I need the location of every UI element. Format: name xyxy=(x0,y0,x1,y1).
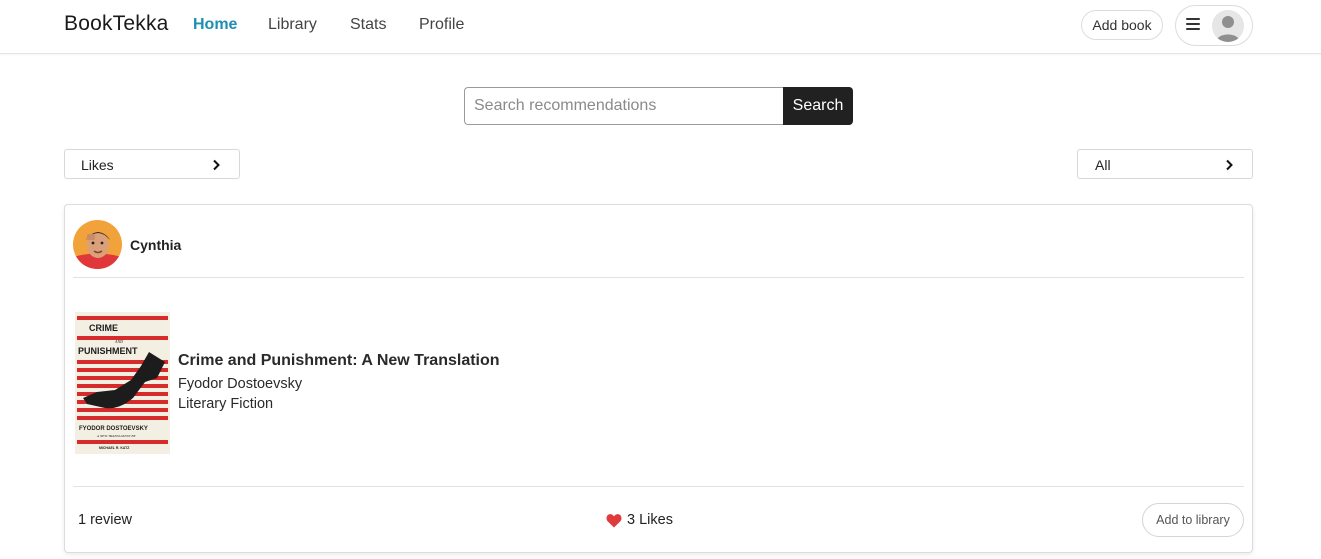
category-filter-select[interactable]: All xyxy=(1077,149,1253,179)
chevron-right-icon xyxy=(213,159,220,171)
book-title[interactable]: Crime and Punishment: A New Translation xyxy=(178,352,500,370)
sort-filter-label: Likes xyxy=(81,157,114,173)
user-silhouette-icon xyxy=(1212,10,1244,42)
user-avatar[interactable] xyxy=(73,220,122,269)
book-cover-image[interactable]: CRIME AND PUNISHMENT FYODOR DOSTOEVSKY A… xyxy=(75,312,170,454)
divider xyxy=(73,277,1244,278)
recommendation-card: Cynthia CRIME AND PUNISHMENT FYODOR DOST… xyxy=(64,204,1253,553)
user-menu-button[interactable] xyxy=(1175,5,1253,46)
nav-link-stats[interactable]: Stats xyxy=(350,16,386,34)
review-count[interactable]: 1 review xyxy=(78,512,132,528)
nav-link-home[interactable]: Home xyxy=(193,16,237,34)
cover-translator: MICHAEL R. KATZ xyxy=(99,446,130,450)
cover-title-line1: CRIME xyxy=(89,323,118,333)
cover-subtitle: A NEW TRANSLATION BY xyxy=(96,434,136,438)
chevron-right-icon xyxy=(1226,159,1233,171)
nav-link-profile[interactable]: Profile xyxy=(419,16,464,34)
hamburger-icon xyxy=(1186,18,1200,32)
cover-title-line3: PUNISHMENT xyxy=(78,346,138,356)
sort-filter-select[interactable]: Likes xyxy=(64,149,240,179)
add-book-button[interactable]: Add book xyxy=(1081,10,1163,40)
top-navbar: BookTekka Home Library Stats Profile Add… xyxy=(0,0,1321,54)
heart-icon xyxy=(606,514,622,528)
search-button[interactable]: Search xyxy=(783,87,853,125)
cover-author: FYODOR DOSTOEVSKY xyxy=(79,426,148,432)
search-input[interactable] xyxy=(464,87,784,125)
divider xyxy=(73,486,1244,487)
category-filter-label: All xyxy=(1095,157,1111,173)
cover-title-line2: AND xyxy=(114,339,123,344)
likes-count: 3 Likes xyxy=(627,512,673,528)
nav-link-library[interactable]: Library xyxy=(268,16,317,34)
book-author: Fyodor Dostoevsky xyxy=(178,376,303,392)
brand-logo[interactable]: BookTekka xyxy=(64,12,169,36)
add-to-library-button[interactable]: Add to library xyxy=(1142,503,1244,537)
book-genre: Literary Fiction xyxy=(178,396,274,412)
user-name[interactable]: Cynthia xyxy=(130,237,181,253)
